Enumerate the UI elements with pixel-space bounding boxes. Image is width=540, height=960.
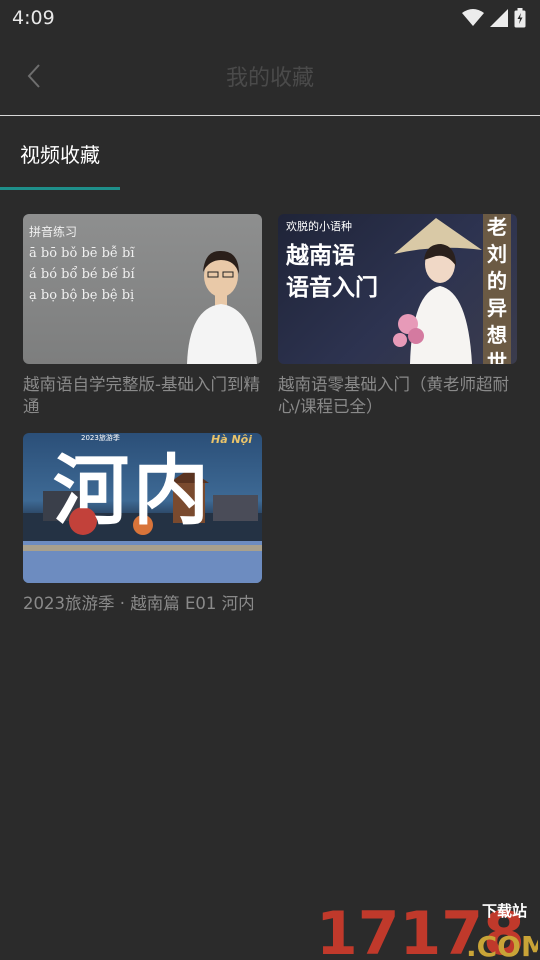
video-thumbnail[interactable]: 欢脱的小语种 越南语 语音入门 老刘的异想世界 [278, 214, 517, 364]
battery-icon [514, 8, 526, 28]
thumbnail-line: 语音入门 [286, 275, 378, 301]
thumbnail-city-text: Hà Nội [211, 433, 252, 446]
site-watermark-logo: 17178 下载站 .COM [316, 899, 538, 960]
video-card[interactable]: 欢脱的小语种 越南语 语音入门 老刘的异想世界 越南语零基础入门（黄老师超耐心/… [278, 214, 517, 418]
thumbnail-line: 越南语 [286, 243, 355, 269]
thumbnail-heading: 越南语 语音入门 [286, 240, 378, 304]
cellular-signal-icon [490, 9, 508, 27]
video-card[interactable]: 拼音练习 ā bō bǒ bē bễ bĩ á bó bổ bé bế bí ạ… [23, 214, 262, 418]
status-icons [462, 8, 526, 28]
watermark-domain: .COM [466, 930, 538, 960]
wifi-icon [462, 9, 484, 26]
app-header: 我的收藏 [0, 36, 540, 116]
video-card[interactable]: 2023旅游季 河内 Hà Nội 2023旅游季 · 越南篇 E01 河内 [23, 433, 262, 615]
thumbnail-row: ā bō bǒ bē bễ bĩ [29, 246, 135, 261]
thumbnail-side-banner: 老刘的异想世界 [483, 214, 511, 364]
thumbnail-heading: 河内 [53, 446, 213, 535]
status-time: 4:09 [12, 7, 55, 29]
status-bar: 4:09 [0, 0, 540, 36]
thumbnail-channel-text: 欢脱的小语种 [286, 220, 352, 233]
thumbnail-heading: 拼音练习 [29, 225, 78, 239]
page-title: 我的收藏 [225, 66, 314, 91]
video-thumbnail[interactable]: 2023旅游季 河内 Hà Nội [23, 433, 262, 583]
watermark-tag: 下载站 [482, 902, 527, 920]
video-title[interactable]: 越南语零基础入门（黄老师超耐心/课程已全） [278, 374, 517, 418]
tab-video-favorites[interactable]: 视频收藏 [0, 116, 120, 190]
thumbnail-board-text: 拼音练习 ā bō bǒ bē bễ bĩ á bó bổ bé bế bí ạ… [23, 214, 193, 364]
teacher-figure-image [187, 250, 257, 364]
thumbnail-row: á bó bổ bé bế bí [29, 267, 135, 282]
thumbnail-row: ạ bọ bộ bẹ bệ bị [29, 288, 135, 303]
video-title[interactable]: 越南语自学完整版-基础入门到精通 [23, 374, 262, 418]
video-thumbnail[interactable]: 拼音练习 ā bō bǒ bē bễ bĩ á bó bổ bé bế bí ạ… [23, 214, 262, 364]
woman-in-ao-dai-image [393, 218, 482, 364]
tab-bar: 视频收藏 [0, 116, 540, 190]
video-title[interactable]: 2023旅游季 · 越南篇 E01 河内 [23, 593, 262, 615]
tab-active-indicator [0, 187, 120, 190]
